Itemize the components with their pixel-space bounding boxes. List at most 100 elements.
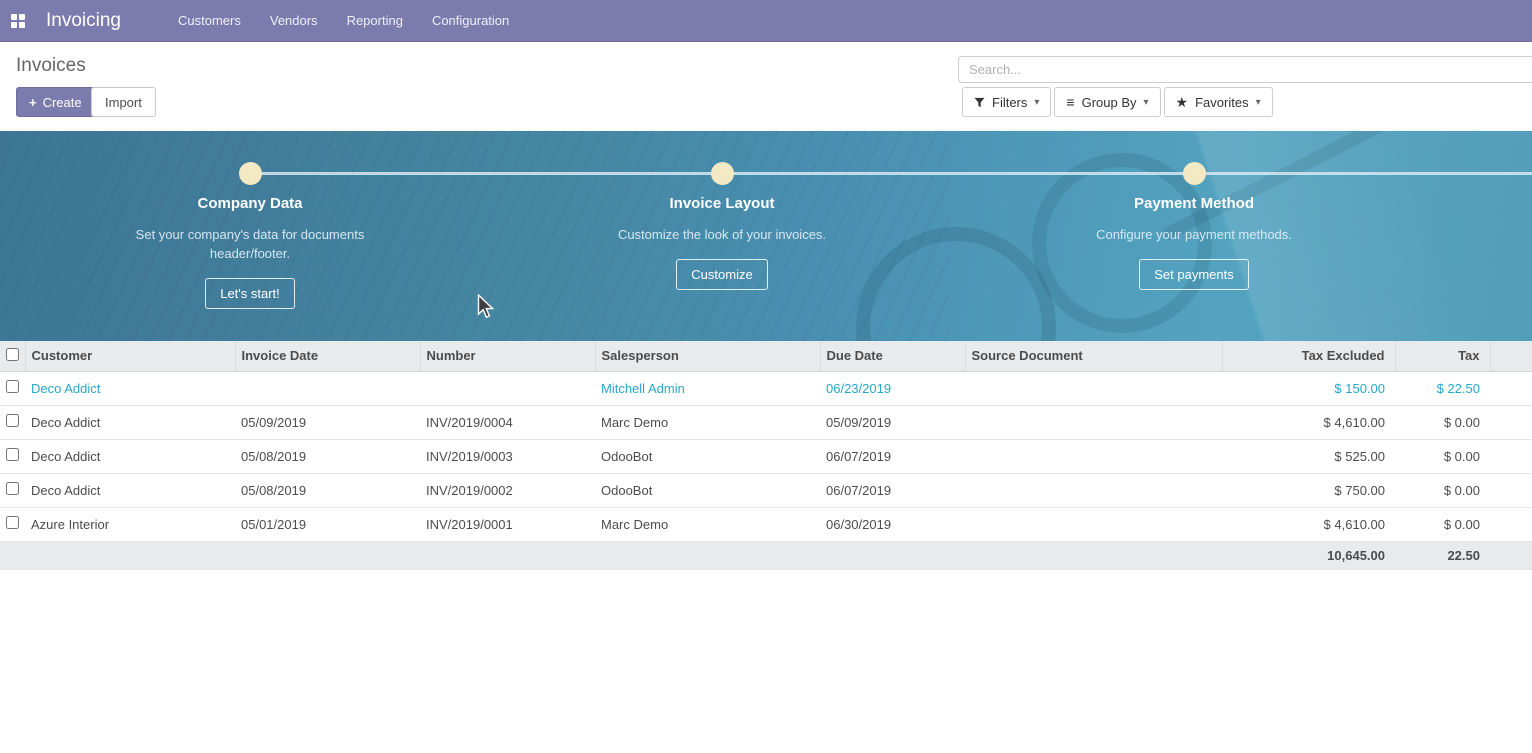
step-dot-payment-method [1183, 162, 1206, 185]
column-header-tax[interactable]: Tax [1395, 341, 1490, 371]
favorites-button[interactable]: ★ Favorites ▾ [1164, 87, 1273, 117]
column-header-due-date[interactable]: Due Date [820, 341, 965, 371]
column-header-customer[interactable]: Customer [25, 341, 235, 371]
step-description: Configure your payment methods. [1077, 225, 1312, 244]
cell-salesperson[interactable]: Marc Demo [595, 507, 820, 541]
control-panel: Invoices + Create Import Filters ▾ ≡ Gro… [0, 42, 1532, 131]
menu-vendors[interactable]: Vendors [270, 13, 318, 28]
column-header-source-document[interactable]: Source Document [965, 341, 1222, 371]
cell-tax-excluded[interactable]: $ 750.00 [1222, 473, 1395, 507]
filters-button[interactable]: Filters ▾ [962, 87, 1051, 117]
row-checkbox[interactable] [6, 414, 19, 427]
cell-tax[interactable]: $ 22.50 [1395, 371, 1490, 405]
cell-salesperson[interactable]: OdooBot [595, 473, 820, 507]
group-by-label: Group By [1082, 95, 1137, 110]
app-title[interactable]: Invoicing [46, 10, 121, 32]
apps-grid-icon [11, 14, 25, 28]
cell-number[interactable]: INV/2019/0004 [420, 405, 595, 439]
row-checkbox[interactable] [6, 380, 19, 393]
cell-due-date[interactable]: 06/30/2019 [820, 507, 965, 541]
step-dot-company-data [239, 162, 262, 185]
customize-button[interactable]: Customize [676, 259, 767, 290]
column-header-salesperson[interactable]: Salesperson [595, 341, 820, 371]
cell-invoice-date[interactable]: 05/08/2019 [235, 439, 420, 473]
cell-customer[interactable]: Deco Addict [25, 473, 235, 507]
caret-down-icon: ▾ [1034, 97, 1039, 108]
set-payments-button[interactable]: Set payments [1139, 259, 1249, 290]
cell-tax[interactable]: $ 0.00 [1395, 405, 1490, 439]
cell-customer[interactable]: Deco Addict [25, 405, 235, 439]
row-checkbox[interactable] [6, 448, 19, 461]
cell-source-document[interactable] [965, 405, 1222, 439]
select-all-checkbox[interactable] [6, 348, 19, 361]
cell-customer[interactable]: Deco Addict [25, 439, 235, 473]
cell-number[interactable]: INV/2019/0003 [420, 439, 595, 473]
step-description: Customize the look of your invoices. [605, 225, 840, 244]
search-input[interactable] [958, 56, 1532, 83]
create-button-label: Create [43, 95, 82, 110]
cell-salesperson[interactable]: Marc Demo [595, 405, 820, 439]
favorites-label: Favorites [1195, 95, 1248, 110]
onboarding-step-invoice-layout: Invoice Layout Customize the look of you… [562, 195, 882, 290]
lets-start-button[interactable]: Let's start! [205, 278, 295, 309]
menu-reporting[interactable]: Reporting [347, 13, 403, 28]
cell-source-document[interactable] [965, 371, 1222, 405]
column-header-tax-excluded[interactable]: Tax Excluded [1222, 341, 1395, 371]
apps-menu-button[interactable] [0, 0, 36, 42]
row-checkbox[interactable] [6, 482, 19, 495]
cell-number[interactable]: INV/2019/0002 [420, 473, 595, 507]
cell-invoice-date[interactable]: 05/09/2019 [235, 405, 420, 439]
cell-number[interactable]: INV/2019/0001 [420, 507, 595, 541]
invoice-list-table: Customer Invoice Date Number Salesperson… [0, 341, 1532, 570]
cell-number[interactable] [420, 371, 595, 405]
funnel-icon [974, 97, 985, 108]
cell-tax-excluded[interactable]: $ 4,610.00 [1222, 507, 1395, 541]
step-description: Set your company's data for documents he… [133, 225, 368, 263]
column-header-invoice-date[interactable]: Invoice Date [235, 341, 420, 371]
invoice-row[interactable]: Azure Interior 05/01/2019 INV/2019/0001 … [0, 507, 1532, 541]
onboarding-progress-line [250, 172, 1532, 175]
create-button[interactable]: + Create [16, 87, 95, 117]
cell-source-document[interactable] [965, 507, 1222, 541]
import-button[interactable]: Import [91, 87, 156, 117]
step-title: Invoice Layout [562, 195, 882, 212]
page-title: Invoices [16, 55, 86, 77]
cell-tax-excluded[interactable]: $ 4,610.00 [1222, 405, 1395, 439]
cell-tax[interactable]: $ 0.00 [1395, 507, 1490, 541]
cell-salesperson[interactable]: Mitchell Admin [595, 371, 820, 405]
cell-invoice-date[interactable] [235, 371, 420, 405]
cell-tax[interactable]: $ 0.00 [1395, 473, 1490, 507]
group-by-button[interactable]: ≡ Group By ▾ [1054, 87, 1160, 117]
invoice-row[interactable]: Deco Addict 05/08/2019 INV/2019/0002 Odo… [0, 473, 1532, 507]
onboarding-banner: Company Data Set your company's data for… [0, 131, 1532, 341]
onboarding-step-company-data: Company Data Set your company's data for… [90, 195, 410, 309]
cell-due-date[interactable]: 05/09/2019 [820, 405, 965, 439]
cell-due-date[interactable]: 06/07/2019 [820, 473, 965, 507]
menu-configuration[interactable]: Configuration [432, 13, 509, 28]
cell-invoice-date[interactable]: 05/01/2019 [235, 507, 420, 541]
menu-customers[interactable]: Customers [178, 13, 241, 28]
top-navbar: Invoicing Customers Vendors Reporting Co… [0, 0, 1532, 42]
cell-salesperson[interactable]: OdooBot [595, 439, 820, 473]
table-header-row: Customer Invoice Date Number Salesperson… [0, 341, 1532, 371]
plus-icon: + [29, 95, 37, 110]
cell-tax[interactable]: $ 0.00 [1395, 439, 1490, 473]
total-tax: 22.50 [1395, 541, 1490, 569]
invoice-row[interactable]: Deco Addict 05/09/2019 INV/2019/0004 Mar… [0, 405, 1532, 439]
invoice-row[interactable]: Deco Addict Mitchell Admin 06/23/2019 $ … [0, 371, 1532, 405]
cell-source-document[interactable] [965, 473, 1222, 507]
row-checkbox[interactable] [6, 516, 19, 529]
invoice-row[interactable]: Deco Addict 05/08/2019 INV/2019/0003 Odo… [0, 439, 1532, 473]
cell-customer[interactable]: Azure Interior [25, 507, 235, 541]
cell-source-document[interactable] [965, 439, 1222, 473]
onboarding-step-payment-method: Payment Method Configure your payment me… [1034, 195, 1354, 290]
cell-customer[interactable]: Deco Addict [25, 371, 235, 405]
cell-due-date[interactable]: 06/07/2019 [820, 439, 965, 473]
column-header-number[interactable]: Number [420, 341, 595, 371]
filters-label: Filters [992, 95, 1027, 110]
cell-tax-excluded[interactable]: $ 150.00 [1222, 371, 1395, 405]
cell-tax-excluded[interactable]: $ 525.00 [1222, 439, 1395, 473]
step-title: Company Data [90, 195, 410, 212]
cell-due-date[interactable]: 06/23/2019 [820, 371, 965, 405]
cell-invoice-date[interactable]: 05/08/2019 [235, 473, 420, 507]
